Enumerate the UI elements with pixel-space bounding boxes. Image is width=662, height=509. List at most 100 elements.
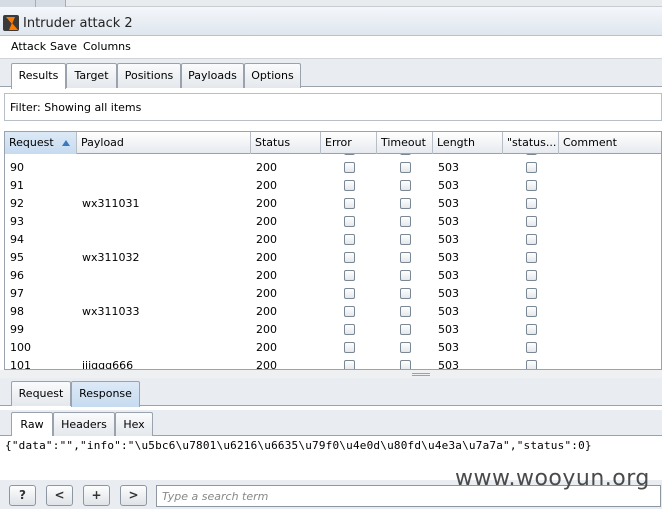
tab-headers[interactable]: Headers — [53, 412, 115, 436]
status-grep-checkbox — [526, 306, 537, 317]
table-row[interactable]: 101 jiiqqq666 200 503 — [5, 357, 661, 370]
table-row[interactable]: 98 wx311033 200 503 — [5, 303, 661, 321]
cell-length: 503 — [438, 197, 459, 210]
parent-tab[interactable] — [0, 0, 36, 7]
tab-request[interactable]: Request — [11, 381, 71, 406]
status-grep-checkbox — [526, 324, 537, 335]
main-tab-bar: Results Target Positions Payloads Option… — [0, 58, 662, 89]
cell-payload — [77, 231, 82, 249]
cell-length: 503 — [438, 305, 459, 318]
error-checkbox — [344, 252, 355, 263]
timeout-checkbox — [400, 270, 411, 281]
error-checkbox — [344, 162, 355, 173]
column-header-request[interactable]: Request — [5, 132, 77, 154]
timeout-checkbox — [400, 234, 411, 245]
help-button[interactable]: ? — [9, 485, 36, 506]
cell-status: 200 — [256, 323, 277, 336]
timeout-checkbox — [400, 216, 411, 227]
splitter-grip[interactable] — [412, 373, 430, 376]
error-checkbox — [344, 324, 355, 335]
next-match-button[interactable]: > — [120, 485, 147, 506]
cell-request: 95 — [10, 251, 24, 264]
column-header-comment[interactable]: Comment — [559, 132, 661, 154]
tab-response[interactable]: Response — [71, 381, 140, 407]
column-header-status-grep[interactable]: "status... — [503, 132, 559, 154]
add-button[interactable]: + — [83, 485, 110, 506]
table-row[interactable]: 96 200 503 — [5, 267, 661, 285]
cell-status: 200 — [256, 161, 277, 174]
cell-status: 200 — [256, 305, 277, 318]
table-row[interactable]: 93 200 503 — [5, 213, 661, 231]
status-grep-checkbox — [526, 216, 537, 227]
tab-raw[interactable]: Raw — [11, 412, 53, 436]
sort-ascending-icon — [62, 140, 70, 146]
filter-bar[interactable]: Filter: Showing all items — [4, 93, 662, 121]
menu-columns[interactable]: Columns — [83, 40, 131, 53]
column-header-status[interactable]: Status — [251, 132, 321, 154]
error-checkbox — [344, 360, 355, 369]
cell-length: 503 — [438, 323, 459, 336]
cell-request: 94 — [10, 233, 24, 246]
column-header-payload[interactable]: Payload — [77, 132, 251, 154]
status-grep-checkbox — [526, 252, 537, 263]
error-checkbox — [344, 270, 355, 281]
parent-tab-strip — [0, 0, 662, 7]
table-row[interactable]: 99 200 503 — [5, 321, 661, 339]
tab-payloads[interactable]: Payloads — [181, 63, 244, 88]
column-header-error[interactable]: Error — [321, 132, 377, 154]
cell-status: 200 — [256, 287, 277, 300]
timeout-checkbox — [400, 342, 411, 353]
window-title: Intruder attack 2 — [23, 16, 133, 31]
cell-payload — [77, 321, 82, 339]
table-row[interactable]: 95 wx311032 200 503 — [5, 249, 661, 267]
column-header-timeout[interactable]: Timeout — [377, 132, 433, 154]
cell-payload — [77, 213, 82, 231]
table-row[interactable]: 94 200 503 — [5, 231, 661, 249]
error-checkbox — [344, 342, 355, 353]
table-row[interactable]: 100 200 503 — [5, 339, 661, 357]
table-header: Request Payload Status Error Timeout Len… — [5, 132, 661, 154]
cell-payload — [77, 159, 82, 177]
status-grep-checkbox — [526, 180, 537, 191]
table-row[interactable]: 90 200 503 — [5, 159, 661, 177]
cell-payload — [77, 339, 82, 357]
cell-request: 93 — [10, 215, 24, 228]
cell-request: 92 — [10, 197, 24, 210]
cell-status: 200 — [256, 233, 277, 246]
filter-text: Filter: Showing all items — [10, 101, 142, 114]
timeout-checkbox — [400, 154, 411, 155]
pane-splitter[interactable] — [0, 370, 662, 378]
parent-tab[interactable] — [36, 0, 66, 7]
tab-target[interactable]: Target — [66, 63, 117, 88]
cell-length: 503 — [438, 269, 459, 282]
menu-attack[interactable]: Attack — [11, 40, 46, 53]
table-row[interactable]: 97 200 503 — [5, 285, 661, 303]
cell-request: 100 — [10, 341, 31, 354]
timeout-checkbox — [400, 198, 411, 209]
error-checkbox — [344, 216, 355, 227]
table-row[interactable]: 92 wx311031 200 503 — [5, 195, 661, 213]
timeout-checkbox — [400, 288, 411, 299]
menu-bar: Attack Save Columns — [0, 36, 662, 58]
response-raw-text: {"data":"","info":"\u5bc6\u7801\u6216\u6… — [5, 439, 592, 452]
tab-options[interactable]: Options — [244, 63, 301, 88]
cell-length: 503 — [438, 161, 459, 174]
table-row[interactable]: 91 200 503 — [5, 177, 661, 195]
cell-length: 503 — [438, 359, 459, 370]
status-grep-checkbox — [526, 198, 537, 209]
menu-save[interactable]: Save — [50, 40, 77, 53]
burp-lightning-icon — [3, 15, 19, 31]
tab-positions[interactable]: Positions — [117, 63, 181, 88]
cell-request: 101 — [10, 359, 31, 370]
previous-match-button[interactable]: < — [46, 485, 73, 506]
column-header-length[interactable]: Length — [433, 132, 503, 154]
cell-length: 503 — [438, 287, 459, 300]
cell-payload — [77, 285, 82, 303]
cell-status: 200 — [256, 341, 277, 354]
cell-request: 97 — [10, 287, 24, 300]
tab-hex[interactable]: Hex — [115, 412, 153, 436]
view-tab-bar: Raw Headers Hex — [0, 410, 662, 436]
window-titlebar: Intruder attack 2 — [0, 7, 662, 36]
tab-results[interactable]: Results — [11, 63, 66, 89]
table-body: wx311030 902005039120050392wx31103120050… — [5, 154, 661, 370]
